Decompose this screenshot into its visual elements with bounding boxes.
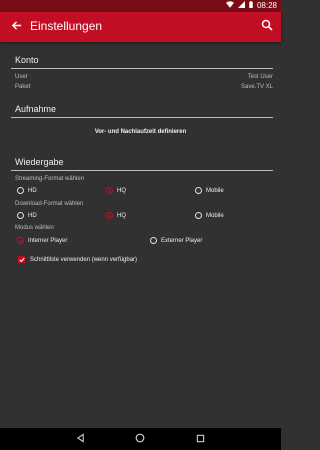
wifi-icon	[225, 1, 234, 10]
paket-label: Paket	[15, 84, 31, 90]
divider	[11, 68, 273, 69]
arrow-back-icon	[11, 18, 22, 36]
radio-selected-icon	[106, 187, 113, 194]
radio-selected-icon	[17, 237, 24, 244]
download-radio-hq[interactable]: HQ	[106, 212, 126, 219]
radio-label: HQ	[117, 212, 126, 219]
divider	[11, 170, 273, 171]
radio-label: HQ	[117, 187, 126, 194]
streaming-format-label: Streaming-Format wählen	[15, 176, 85, 182]
radio-unselected-icon	[17, 187, 24, 194]
user-value: Test User	[247, 74, 273, 80]
modus-radio-intern[interactable]: Interner Player	[17, 237, 67, 244]
divider	[11, 117, 273, 118]
battery-icon	[249, 1, 253, 10]
streaming-radio-mobile[interactable]: Mobile	[195, 187, 224, 194]
radio-label: Externer Player	[161, 237, 203, 244]
paket-value: Save.TV XL	[240, 84, 273, 90]
radio-label: Mobile	[206, 187, 224, 194]
download-format-label: Download-Format wählen	[15, 201, 84, 207]
checkbox-checked-icon	[18, 256, 25, 263]
download-radio-mobile[interactable]: Mobile	[195, 212, 224, 219]
schnittliste-checkbox[interactable]: Schnittliste verwenden (wenn verfügbar)	[18, 256, 137, 263]
radio-label: Interner Player	[28, 237, 68, 244]
user-label: User	[15, 74, 28, 80]
section-title-konto: Konto	[15, 55, 39, 65]
navigation-bar	[0, 428, 281, 450]
vorlauf-nachlauf-link[interactable]: Vor- und Nachlaufzeit definieren	[0, 129, 281, 135]
back-button[interactable]	[6, 17, 26, 37]
radio-unselected-icon	[150, 237, 157, 244]
nav-back-button[interactable]	[74, 433, 86, 445]
radio-unselected-icon	[195, 187, 202, 194]
streaming-radio-hq[interactable]: HQ	[106, 187, 126, 194]
triangle-back-icon	[76, 430, 85, 448]
section-title-aufnahme: Aufnahme	[15, 104, 57, 114]
checkbox-label: Schnittliste verwenden (wenn verfügbar)	[30, 256, 138, 263]
download-radio-hd[interactable]: HD	[17, 212, 37, 219]
page-title: Einstellungen	[30, 19, 103, 33]
signal-icon	[237, 1, 245, 10]
clock: 08:28	[256, 1, 277, 10]
radio-label: HD	[28, 187, 37, 194]
status-bar: 08:28	[0, 0, 281, 12]
nav-home-button[interactable]	[134, 433, 146, 445]
search-icon	[261, 18, 273, 36]
radio-label: Mobile	[206, 212, 224, 219]
nav-recents-button[interactable]	[194, 433, 206, 445]
app-bar: Einstellungen	[0, 12, 281, 42]
search-button[interactable]	[257, 17, 277, 37]
square-recents-icon	[196, 430, 205, 448]
radio-unselected-icon	[195, 212, 202, 219]
radio-label: HD	[28, 212, 37, 219]
modus-label: Modus wählen	[15, 225, 54, 231]
circle-home-icon	[135, 430, 145, 448]
section-title-wiedergabe: Wiedergabe	[15, 157, 64, 167]
modus-radio-extern[interactable]: Externer Player	[150, 237, 202, 244]
radio-unselected-icon	[17, 212, 24, 219]
streaming-radio-hd[interactable]: HD	[17, 187, 37, 194]
radio-selected-icon	[106, 212, 113, 219]
